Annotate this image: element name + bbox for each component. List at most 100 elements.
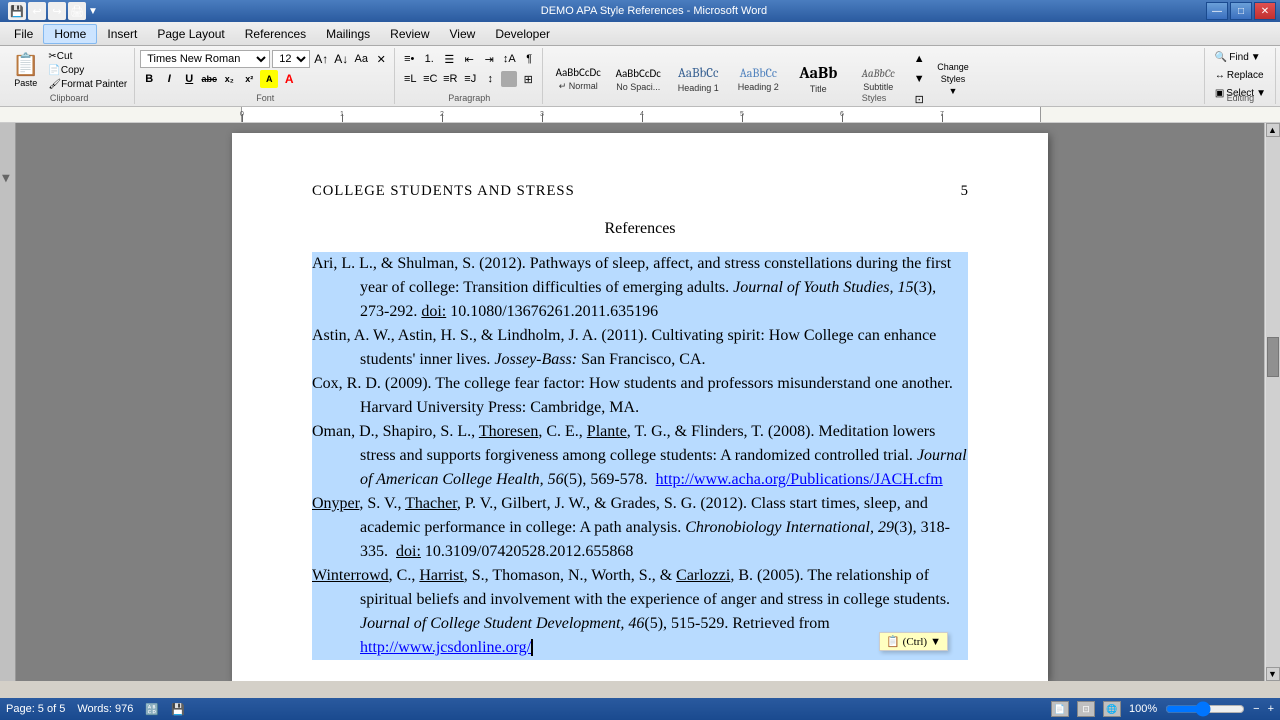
full-screen-button[interactable]: ⊡ bbox=[1077, 701, 1095, 717]
align-center-button[interactable]: ≡C bbox=[421, 70, 439, 88]
ref6-link[interactable]: http://www.jcsdonline.org/ bbox=[360, 639, 531, 656]
scroll-up-button[interactable]: ▲ bbox=[1266, 123, 1280, 137]
underline-button[interactable]: U bbox=[180, 70, 198, 88]
ref4-link[interactable]: http://www.acha.org/Publications/JACH.cf… bbox=[656, 471, 943, 488]
paragraph-group: ≡• 1. ☰ ⇤ ⇥ ↕A ¶ ≡L ≡C ≡R ≡J ↕ ⊞ bbox=[396, 48, 543, 104]
zoom-slider[interactable] bbox=[1165, 701, 1245, 717]
multilevel-list-button[interactable]: ☰ bbox=[440, 50, 458, 68]
paste-ctrl-popup[interactable]: 📋 (Ctrl) ▼ bbox=[879, 632, 948, 651]
text-highlight-button[interactable]: A bbox=[260, 70, 278, 88]
scroll-thumb[interactable] bbox=[1267, 337, 1279, 377]
document-area[interactable]: COLLEGE STUDENTS AND STRESS 5 References… bbox=[16, 123, 1264, 681]
minimize-button[interactable]: — bbox=[1206, 2, 1228, 20]
window-controls[interactable]: — □ ✕ bbox=[1206, 2, 1276, 20]
font-color-button[interactable]: A bbox=[280, 70, 298, 88]
menu-item-view[interactable]: View bbox=[440, 24, 486, 44]
font-group: Times New Roman 12 A↑ A↓ Aa ✕ B I U abc … bbox=[136, 48, 395, 104]
menu-bar: File Home Insert Page Layout References … bbox=[0, 22, 1280, 46]
format-painter-button[interactable]: 🖌 Format Painter bbox=[45, 78, 130, 91]
styles-group-label: Styles bbox=[544, 93, 1204, 103]
web-layout-button[interactable]: 🌐 bbox=[1103, 701, 1121, 717]
menu-item-references[interactable]: References bbox=[235, 24, 316, 44]
menu-item-file[interactable]: File bbox=[4, 24, 43, 44]
save-icon[interactable]: 💾 bbox=[171, 703, 185, 716]
menu-item-developer[interactable]: Developer bbox=[485, 24, 560, 44]
grow-font-button[interactable]: A↑ bbox=[312, 50, 330, 68]
scroll-track[interactable] bbox=[1266, 137, 1280, 667]
copy-button[interactable]: 📄 Copy bbox=[45, 64, 130, 77]
reference-2: Astin, A. W., Astin, H. S., & Lindholm, … bbox=[312, 324, 968, 372]
paste-button[interactable]: 📋 Paste bbox=[8, 50, 43, 90]
header-title: COLLEGE STUDENTS AND STRESS bbox=[312, 183, 575, 200]
paste-ctrl-dropdown[interactable]: ▼ bbox=[930, 636, 941, 648]
replace-button[interactable]: ↔ Replace bbox=[1210, 68, 1269, 83]
redo-button[interactable]: ↪ bbox=[48, 2, 66, 20]
justify-button[interactable]: ≡J bbox=[461, 70, 479, 88]
superscript-button[interactable]: x² bbox=[240, 70, 258, 88]
change-case-button[interactable]: Aa bbox=[352, 50, 370, 68]
zoom-out-icon[interactable]: − bbox=[1253, 703, 1259, 715]
paste-ctrl-label: (Ctrl) bbox=[903, 636, 927, 648]
strikethrough-button[interactable]: abc bbox=[200, 70, 218, 88]
line-spacing-button[interactable]: ↕ bbox=[481, 70, 499, 88]
menu-item-mailings[interactable]: Mailings bbox=[316, 24, 380, 44]
maximize-button[interactable]: □ bbox=[1230, 2, 1252, 20]
page-number: 5 bbox=[961, 183, 968, 200]
print-layout-button[interactable]: 📄 bbox=[1051, 701, 1069, 717]
word-count: Words: 976 bbox=[77, 703, 133, 715]
ruler: 0 1 2 3 4 5 6 7 bbox=[0, 107, 1280, 123]
styles-scroll-down[interactable]: ▼ bbox=[910, 70, 928, 88]
references-heading: References bbox=[312, 220, 968, 238]
title-bar: 💾 ↩ ↪ 🖨 ▼ DEMO APA Style References - Mi… bbox=[0, 0, 1280, 22]
quick-access-toolbar[interactable]: 💾 ↩ ↪ 🖨 ▼ bbox=[4, 2, 102, 20]
status-right: 📄 ⊡ 🌐 100% − + bbox=[1051, 701, 1274, 717]
ruler-inner: 0 1 2 3 4 5 6 7 bbox=[241, 107, 1041, 122]
menu-item-home[interactable]: Home bbox=[43, 24, 97, 44]
editing-group: 🔍 Find ▼ ↔ Replace ▣ Select ▼ Editing bbox=[1206, 48, 1276, 104]
undo-button[interactable]: ↩ bbox=[28, 2, 46, 20]
ctrl-icon: 📋 bbox=[886, 635, 900, 648]
reference-4: Oman, D., Shapiro, S. L., Thoresen, C. E… bbox=[312, 420, 968, 492]
font-name-row: Times New Roman 12 A↑ A↓ Aa ✕ bbox=[140, 50, 390, 68]
menu-item-insert[interactable]: Insert bbox=[97, 24, 147, 44]
borders-button[interactable]: ⊞ bbox=[519, 70, 537, 88]
cut-button[interactable]: ✂ Cut bbox=[45, 50, 130, 63]
paragraph-group-label: Paragraph bbox=[396, 93, 542, 103]
styles-scroll-up[interactable]: ▲ bbox=[910, 50, 928, 68]
align-left-button[interactable]: ≡L bbox=[401, 70, 419, 88]
scroll-down-button[interactable]: ▼ bbox=[1266, 667, 1280, 681]
italic-button[interactable]: I bbox=[160, 70, 178, 88]
shrink-font-button[interactable]: A↓ bbox=[332, 50, 350, 68]
clear-format-button[interactable]: ✕ bbox=[372, 50, 390, 68]
shading-button[interactable] bbox=[501, 71, 517, 87]
show-hide-button[interactable]: ¶ bbox=[520, 50, 538, 68]
reference-5: Onyper, S. V., Thacher, P. V., Gilbert, … bbox=[312, 492, 968, 564]
font-group-label: Font bbox=[136, 93, 394, 103]
clipboard-group: 📋 Paste ✂ Cut 📄 Copy 🖌 Format Painter Cl… bbox=[4, 48, 135, 104]
find-button[interactable]: 🔍 Find ▼ bbox=[1210, 50, 1266, 65]
bullets-button[interactable]: ≡• bbox=[400, 50, 418, 68]
zoom-in-icon[interactable]: + bbox=[1268, 703, 1274, 715]
increase-indent-button[interactable]: ⇥ bbox=[480, 50, 498, 68]
left-margin: ◀ bbox=[0, 123, 16, 681]
numbering-button[interactable]: 1. bbox=[420, 50, 438, 68]
clipboard-label: Clipboard bbox=[4, 93, 134, 103]
decrease-indent-button[interactable]: ⇤ bbox=[460, 50, 478, 68]
vertical-scrollbar[interactable]: ▲ ▼ bbox=[1264, 123, 1280, 681]
status-bar: Page: 5 of 5 Words: 976 🔠 💾 📄 ⊡ 🌐 100% −… bbox=[0, 698, 1280, 720]
bold-button[interactable]: B bbox=[140, 70, 158, 88]
font-name-select[interactable]: Times New Roman bbox=[140, 50, 270, 68]
sort-button[interactable]: ↕A bbox=[500, 50, 518, 68]
reference-1: Ari, L. L., & Shulman, S. (2012). Pathwa… bbox=[312, 252, 968, 324]
save-button[interactable]: 💾 bbox=[8, 2, 26, 20]
spell-check-icon[interactable]: 🔠 bbox=[145, 703, 159, 716]
menu-item-page-layout[interactable]: Page Layout bbox=[147, 24, 234, 44]
font-size-select[interactable]: 12 bbox=[272, 50, 310, 68]
print-button[interactable]: 🖨 bbox=[68, 2, 86, 20]
subscript-button[interactable]: x₂ bbox=[220, 70, 238, 88]
menu-item-review[interactable]: Review bbox=[380, 24, 439, 44]
references-list[interactable]: Ari, L. L., & Shulman, S. (2012). Pathwa… bbox=[312, 252, 968, 660]
align-right-button[interactable]: ≡R bbox=[441, 70, 459, 88]
status-left: Page: 5 of 5 Words: 976 🔠 💾 bbox=[6, 703, 185, 716]
close-button[interactable]: ✕ bbox=[1254, 2, 1276, 20]
